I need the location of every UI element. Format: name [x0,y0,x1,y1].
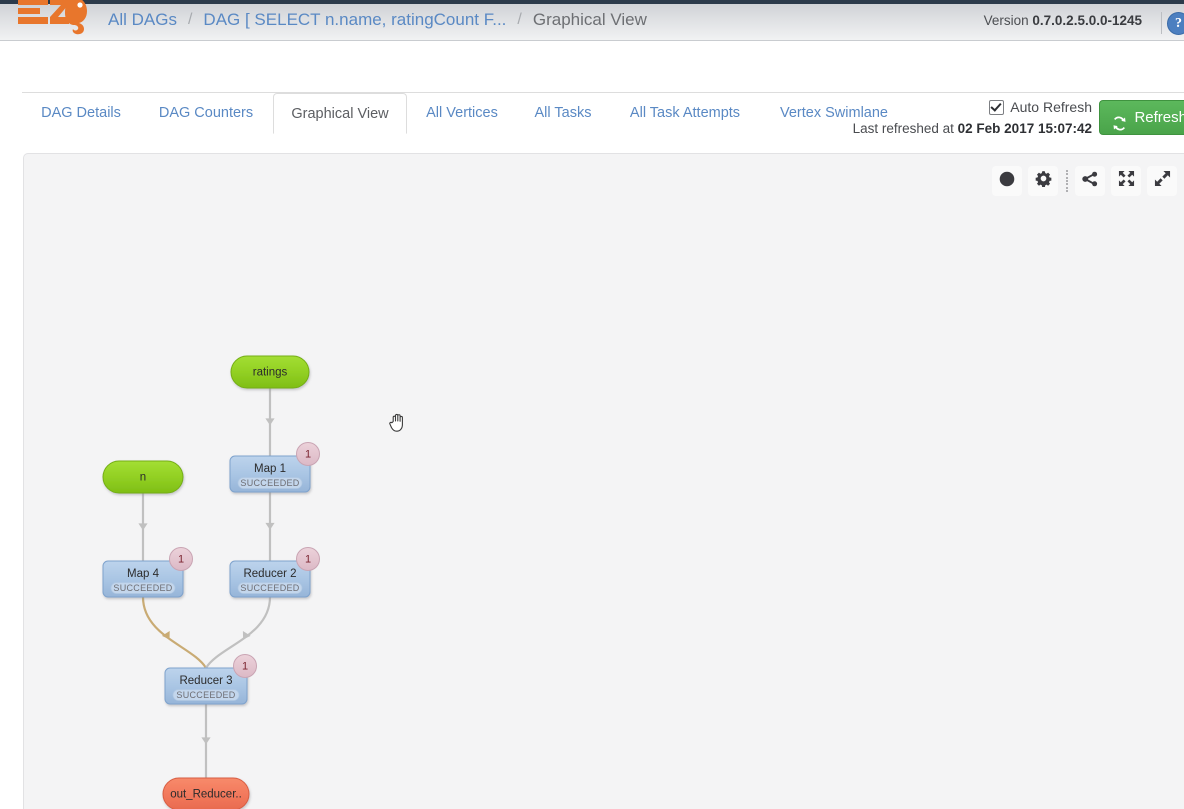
last-refreshed-text: Last refreshed at 02 Feb 2017 15:07:42 [853,121,1092,136]
refresh-controls: Auto Refresh Last refreshed at 02 Feb 20… [664,96,1184,144]
task-count-badge-label: 1 [305,448,311,460]
tab-label: All Vertices [426,105,498,121]
auto-refresh-toggle[interactable]: Auto Refresh [989,99,1092,115]
fullscreen-button[interactable] [1147,166,1177,196]
refresh-icon [1112,110,1127,131]
tab-label: DAG Details [41,105,121,121]
edge-arrow-icon [265,418,275,426]
graph-node-map4[interactable]: Map 4 SUCCEEDED 1 [102,547,193,598]
question-mark-icon[interactable]: ? [1167,12,1184,35]
app-header: All DAGs / DAG [ SELECT n.name, ratingCo… [0,0,1184,41]
breadcrumb-item-all-dags[interactable]: All DAGs [108,10,177,30]
last-refreshed-prefix: Last refreshed at [852,121,954,136]
tab-label: All Tasks [534,105,592,121]
node-label: Reducer 2 [243,568,296,580]
auto-refresh-checkbox[interactable] [989,99,1005,115]
header-divider [1161,12,1162,34]
settings-button[interactable] [1028,166,1058,196]
task-count-badge-label: 1 [178,553,184,565]
node-label: n [140,472,146,484]
tab-all-tasks[interactable]: All Tasks [518,93,608,134]
breadcrumb-separator: / [187,11,193,28]
tab-dag-counters[interactable]: DAG Counters [140,93,272,134]
graph-node-out[interactable]: out_Reducer.. [162,777,250,809]
breadcrumb-separator: / [517,11,522,28]
graph-node-n[interactable]: n [102,460,184,494]
edge-arrow-icon [138,523,148,531]
graph-nodes[interactable]: ratingsnMap 1SUCCEEDED1Map 4SUCCEEDED1Re… [102,355,320,809]
node-label: Reducer 3 [179,675,232,687]
graph-view-button[interactable] [1075,166,1105,196]
auto-refresh-label: Auto Refresh [1010,99,1092,115]
fit-to-screen-button[interactable] [1111,166,1141,196]
last-refreshed-value: 02 Feb 2017 15:07:42 [957,121,1092,136]
version-info: Version 0.7.0.2.5.0.0-1245 [984,13,1142,28]
expand-arrows-icon [1118,170,1135,192]
tab-all-vertices[interactable]: All Vertices [410,93,514,134]
tab-label: Graphical View [291,106,389,122]
node-label: ratings [253,367,288,379]
refresh-button[interactable]: Refresh [1099,100,1184,135]
edge-arrow-icon [265,522,275,530]
graph-edge [201,704,211,778]
breadcrumb-item-dag[interactable]: DAG [ SELECT n.name, ratingCount F... [203,10,506,30]
node-label: Map 4 [127,568,160,580]
node-label: Map 1 [254,463,286,475]
graph-node-reducer2[interactable]: Reducer 2 SUCCEEDED 1 [229,547,320,598]
node-status-label: SUCCEEDED [240,478,299,488]
version-label: Version [983,13,1029,28]
task-count-badge-label: 1 [305,553,311,565]
breadcrumb: All DAGs / DAG [ SELECT n.name, ratingCo… [108,10,647,30]
node-status-label: SUCCEEDED [176,690,235,700]
filled-circle-icon [998,170,1016,193]
graph-canvas-panel[interactable]: ratings n Map 1 SUCCEEDED 1 Map 4 SUCCEEDED 1 Re… [23,153,1184,809]
node-label: out_Reducer.. [170,789,242,801]
edge-arrow-icon [201,737,211,745]
task-count-badge-label: 1 [242,660,248,672]
graph-edge [265,492,275,561]
graph-edge [265,388,275,456]
version-value: 0.7.0.2.5.0.0-1245 [1032,13,1142,28]
refresh-button-label: Refresh [1134,109,1184,126]
graph-share-icon [1081,170,1099,193]
tab-dag-details[interactable]: DAG Details [24,93,138,134]
diagonal-arrows-icon [1154,170,1171,192]
gear-icon [1035,170,1052,192]
toolbar-drag-handle[interactable] [1065,170,1068,192]
breadcrumb-item-graphical-view: Graphical View [532,10,647,29]
node-status-label: SUCCEEDED [240,583,299,593]
tab-bar: DAG Details DAG Counters Graphical View All… [0,41,1184,134]
tab-bar-underline [22,92,1184,93]
tab-graphical-view[interactable]: Graphical View [273,93,407,134]
graph-edge [141,596,207,669]
blob-mode-button[interactable] [992,166,1022,196]
graph-node-ratings[interactable]: ratings [230,355,310,389]
tez-logo[interactable] [14,0,96,36]
graph-edge [138,493,148,561]
graph-toolbar [992,166,1177,196]
graph-node-map1[interactable]: Map 1 SUCCEEDED 1 [229,442,320,493]
tab-label: DAG Counters [158,105,254,121]
node-status-label: SUCCEEDED [113,583,172,593]
dag-graph[interactable]: ratingsnMap 1SUCCEEDED1Map 4SUCCEEDED1Re… [24,154,1184,809]
